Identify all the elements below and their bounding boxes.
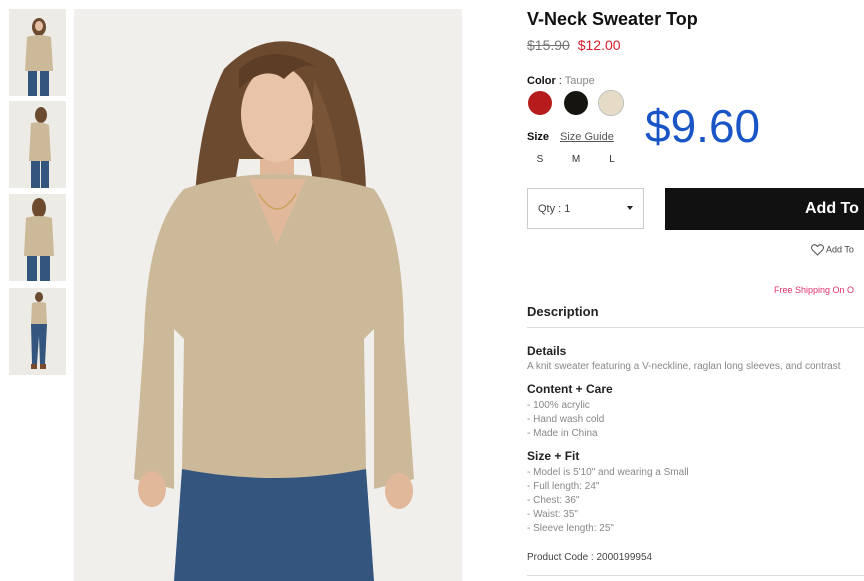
thumbnail-3[interactable] xyxy=(9,194,66,281)
color-separator: : xyxy=(555,75,565,87)
overlay-price: $9.60 xyxy=(645,100,761,152)
add-to-wishlist-link[interactable]: Add To xyxy=(811,244,854,256)
model-back-image xyxy=(9,194,66,281)
care-item: - Made in China xyxy=(527,428,598,439)
swatch-black[interactable] xyxy=(564,91,588,115)
fit-item: - Full length: 24" xyxy=(527,481,600,492)
original-price: $15.90 xyxy=(527,37,570,53)
details-heading: Details xyxy=(527,344,567,358)
product-title: V-Neck Sweater Top xyxy=(527,9,698,29)
price-row: $15.90 $12.00 xyxy=(527,37,621,53)
thumbnail-1[interactable] xyxy=(9,9,66,96)
description-heading: Description xyxy=(527,304,599,319)
swatch-taupe[interactable] xyxy=(599,91,623,115)
color-label-text: Color xyxy=(527,75,556,87)
chevron-down-icon xyxy=(627,206,633,210)
selected-color-value: Taupe xyxy=(564,75,595,87)
add-to-bag-button[interactable]: Add To xyxy=(665,188,864,230)
quantity-select[interactable]: Qty : 1 xyxy=(527,188,644,229)
quantity-value: Qty : 1 xyxy=(538,203,571,215)
sale-price: $12.00 xyxy=(577,37,621,53)
wishlist-label: Add To xyxy=(826,244,854,255)
heart-icon xyxy=(811,244,824,256)
fit-item: - Waist: 35" xyxy=(527,509,578,520)
thumbnail-4[interactable] xyxy=(9,288,66,375)
add-to-bag-label: Add To xyxy=(805,200,859,217)
color-label: Color : Taupe xyxy=(527,75,595,87)
size-option-m[interactable]: M xyxy=(566,154,586,165)
size-option-s[interactable]: S xyxy=(530,154,550,165)
bottom-divider xyxy=(527,575,864,576)
description-divider xyxy=(527,327,864,328)
care-heading: Content + Care xyxy=(527,382,613,396)
fit-item: - Sleeve length: 25" xyxy=(527,523,614,534)
details-text: A knit sweater featuring a V-neckline, r… xyxy=(527,361,841,372)
model-side-image xyxy=(9,101,66,188)
product-code: Product Code : 2000199954 xyxy=(527,552,653,563)
fit-item: - Chest: 36" xyxy=(527,495,580,506)
model-full-image xyxy=(9,288,66,375)
size-label: Size xyxy=(527,131,550,143)
care-item: - 100% acrylic xyxy=(527,400,590,411)
swatch-burgundy[interactable] xyxy=(528,91,552,115)
free-shipping-note: Free Shipping On O xyxy=(774,285,855,295)
thumbnail-2[interactable] xyxy=(9,101,66,188)
model-front-image xyxy=(9,9,66,96)
care-item: - Hand wash cold xyxy=(527,414,605,425)
fit-item: - Model is 5'10" and wearing a Small xyxy=(527,467,689,478)
size-option-l[interactable]: L xyxy=(602,154,622,165)
main-product-image xyxy=(74,9,462,581)
fit-heading: Size + Fit xyxy=(527,449,580,463)
size-guide-link[interactable]: Size Guide xyxy=(560,131,614,143)
